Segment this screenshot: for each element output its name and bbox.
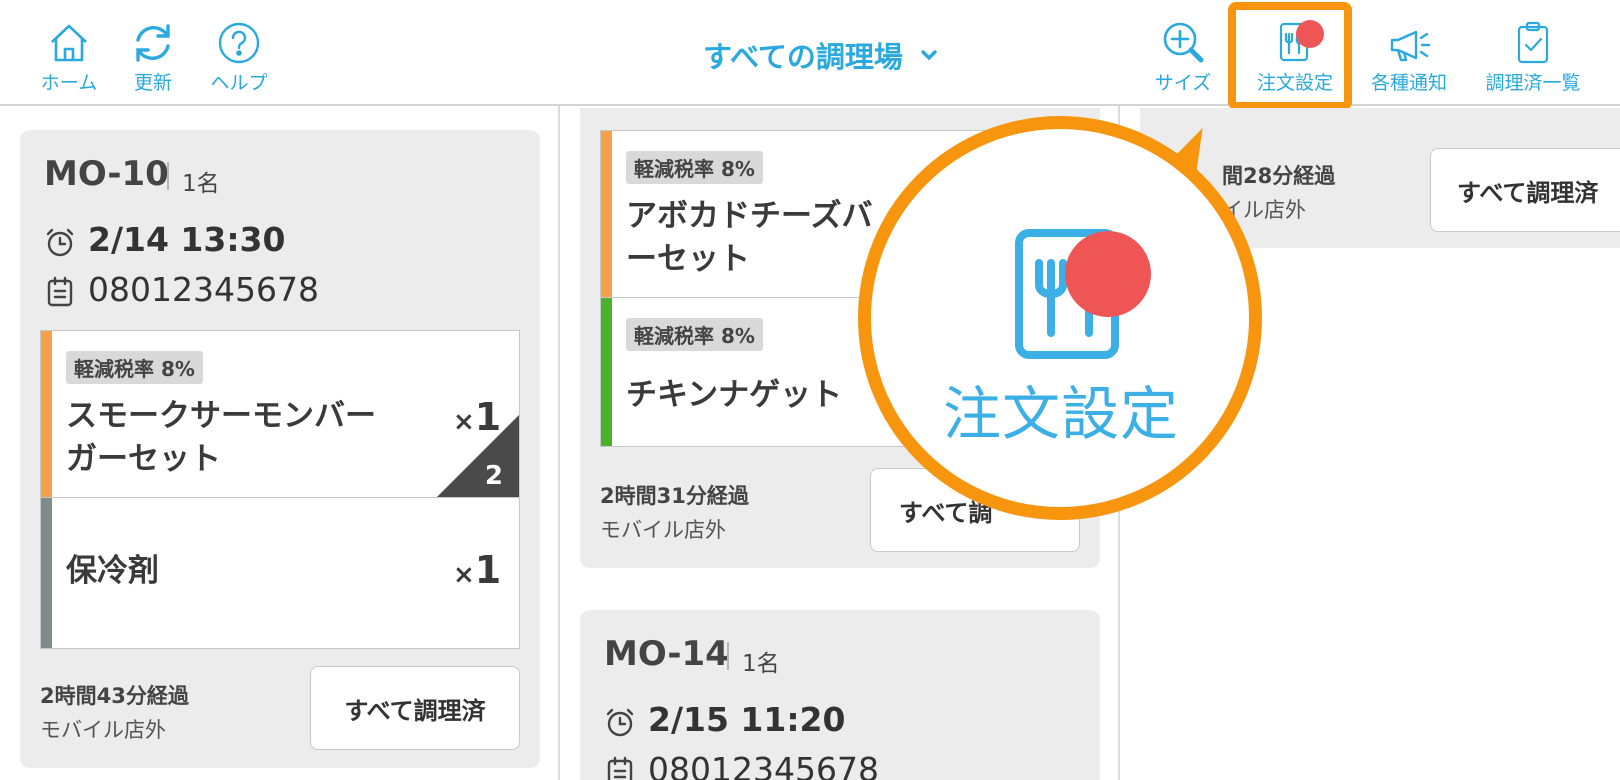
phone-number: 08012345678 (88, 270, 319, 309)
order-card-mo14[interactable]: MO-14 1名 2/15 11:20 08012345678 (580, 610, 1100, 780)
item-name: スモークサーモンバー ガーセット (66, 395, 426, 481)
notifications-button[interactable]: 各種通知 (1364, 20, 1454, 100)
order-item[interactable]: 保冷剤 ×1 (40, 497, 520, 649)
item-name-line: ガーセット (66, 441, 221, 477)
item-color-bar (601, 298, 612, 446)
people-count: 1名 (182, 171, 220, 197)
pickup-time: 2/14 13:30 (88, 220, 286, 259)
help-label: ヘルプ (210, 72, 268, 94)
top-toolbar: ホーム 更新 ヘルプ すべての調理場 サイズ 注文設定 各種通知 調理済一覧 (0, 0, 1620, 110)
tax-badge: 軽減税率 8% (626, 151, 763, 184)
order-number: MO-14 (604, 634, 729, 674)
mark-all-cooked-button[interactable]: すべて調理済 (310, 666, 520, 750)
kitchen-selector[interactable]: すべての調理場 (640, 34, 1000, 76)
zoom-in-icon (1163, 22, 1204, 63)
tax-badge: 軽減税率 8% (626, 318, 763, 351)
kitchen-selector-label: すべての調理場 (703, 40, 903, 74)
item-color-bar (41, 498, 52, 648)
corner-badge-number: 2 (484, 461, 503, 491)
cooked-list-label: 調理済一覧 (1485, 72, 1581, 94)
quantity-multiplier: × (453, 560, 475, 590)
help-button[interactable]: ヘルプ (194, 20, 284, 100)
order-channel: モバイル店外 (40, 718, 166, 742)
order-channel: モバイル店外 (600, 518, 726, 542)
cooked-list-button[interactable]: 調理済一覧 (1478, 20, 1588, 100)
order-item[interactable]: 軽減税率 8% スモークサーモンバー ガーセット ×1 2 (40, 330, 520, 498)
home-label: ホーム (40, 72, 98, 94)
refresh-label: 更新 (133, 72, 172, 94)
size-label: サイズ (1154, 72, 1212, 94)
item-name: 保冷剤 (66, 553, 159, 589)
separator (167, 162, 169, 190)
order-card-mo10[interactable]: MO-10 1名 2/14 13:30 08012345678 軽減税率 8% … (20, 130, 540, 768)
item-quantity: ×1 (453, 548, 501, 592)
home-icon (51, 24, 87, 62)
phone-number: 08012345678 (648, 750, 879, 780)
alarm-clock-icon (46, 228, 74, 257)
home-button[interactable]: ホーム (24, 20, 114, 100)
quantity-value: 1 (474, 548, 502, 592)
notification-dot (1065, 231, 1151, 317)
mark-all-cooked-button[interactable]: すべて調理済 (1430, 148, 1620, 232)
memo-icon (47, 276, 73, 307)
item-name: チキンナゲット (626, 377, 843, 413)
column-divider (558, 106, 560, 780)
item-color-bar (601, 131, 612, 297)
people-count: 1名 (742, 651, 780, 677)
alarm-clock-icon (606, 708, 634, 737)
kitchen-display-app: ホーム 更新 ヘルプ すべての調理場 サイズ 注文設定 各種通知 調理済一覧 M… (0, 0, 1620, 780)
callout-label: 注文設定 (942, 380, 1179, 448)
chevron-down-icon (921, 50, 937, 61)
memo-icon (607, 756, 633, 780)
elapsed-time: 2時間43分経過 (40, 684, 189, 708)
magnifier-callout: 注文設定 (858, 116, 1262, 520)
help-icon (218, 22, 260, 64)
highlight-frame (1228, 2, 1352, 110)
megaphone-icon (1390, 30, 1431, 62)
pickup-time: 2/15 11:20 (648, 700, 846, 739)
separator (727, 642, 729, 670)
item-name-line: スモークサーモンバー (66, 398, 376, 434)
tax-badge: 軽減税率 8% (66, 351, 203, 384)
item-color-bar (41, 331, 52, 497)
order-number: MO-10 (44, 154, 169, 194)
corner-badge (437, 415, 519, 497)
clipboard-check-icon (1517, 21, 1549, 64)
notifications-label: 各種通知 (1370, 72, 1447, 94)
refresh-icon (136, 24, 170, 62)
refresh-button[interactable]: 更新 (108, 20, 198, 100)
elapsed-time: 間28分経過 (1222, 164, 1336, 188)
size-button[interactable]: サイズ (1138, 20, 1228, 100)
elapsed-time: 2時間31分経過 (600, 484, 749, 508)
